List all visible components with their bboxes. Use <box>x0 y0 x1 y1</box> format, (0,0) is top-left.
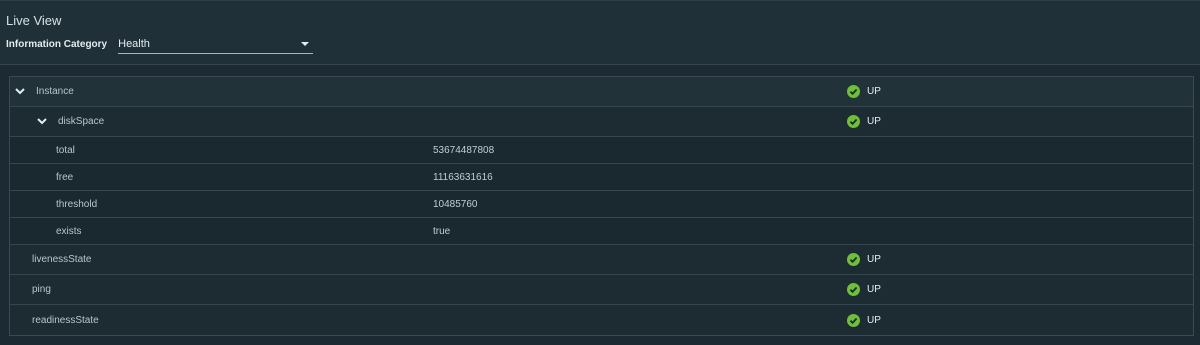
row-value: 10485760 <box>433 198 478 210</box>
row-name-cell: readinessState <box>32 305 99 335</box>
check-circle-icon <box>847 85 860 98</box>
row-value: true <box>433 225 451 237</box>
tree-row-diskspace[interactable]: diskSpace UP <box>10 107 1193 137</box>
tree-row-ping[interactable]: ping UP <box>10 275 1193 305</box>
row-label: readinessState <box>32 314 99 326</box>
tree-row-exists: exists true <box>10 218 1193 245</box>
tree-row-instance[interactable]: Instance UP <box>10 77 1193 107</box>
row-name-cell: Instance <box>13 77 74 106</box>
category-select[interactable]: Health <box>118 35 314 54</box>
status-cell: UP <box>847 275 881 304</box>
row-name-cell: total <box>56 137 75 163</box>
check-circle-icon <box>847 283 860 296</box>
chevron-down-icon[interactable] <box>35 115 49 129</box>
row-label: Instance <box>36 86 74 97</box>
check-circle-icon <box>847 253 860 266</box>
row-name-cell: diskSpace <box>35 107 104 136</box>
status-cell: UP <box>847 305 881 335</box>
row-label: ping <box>32 284 51 295</box>
row-value: 53674487808 <box>433 144 495 156</box>
chevron-down-icon[interactable] <box>13 85 27 99</box>
category-filter: Information Category Health <box>6 35 314 54</box>
row-label: free <box>56 171 74 183</box>
row-label: total <box>56 144 75 156</box>
row-name-cell: ping <box>32 275 51 304</box>
check-circle-icon <box>847 115 860 128</box>
status-cell: UP <box>847 245 881 274</box>
status-badge: UP <box>867 254 881 265</box>
status-badge: UP <box>867 284 881 295</box>
filter-label: Information Category <box>6 38 108 50</box>
row-label: livenessState <box>32 254 92 265</box>
status-badge: UP <box>867 314 881 326</box>
row-value: 11163631616 <box>433 171 493 183</box>
category-select-value: Health <box>118 38 150 50</box>
header: Live View Information Category Health <box>0 1 1200 65</box>
row-name-cell: threshold <box>56 191 97 217</box>
row-label: diskSpace <box>58 116 105 127</box>
row-name-cell: livenessState <box>32 245 91 274</box>
status-cell: UP <box>847 107 881 136</box>
tree-row-free: free 11163631616 <box>10 164 1193 191</box>
row-name-cell: exists <box>56 218 82 244</box>
row-label: exists <box>56 225 82 237</box>
page-title: Live View <box>6 13 62 28</box>
tree-row-threshold: threshold 10485760 <box>10 191 1193 218</box>
tree-row-readinessstate[interactable]: readinessState UP <box>10 305 1193 335</box>
tree-row-total: total 53674487808 <box>10 137 1193 164</box>
row-label: threshold <box>56 198 98 210</box>
row-name-cell: free <box>56 164 73 190</box>
live-view-page: Live View Information Category Health In… <box>0 0 1200 345</box>
status-badge: UP <box>867 86 881 97</box>
check-circle-icon <box>847 313 860 327</box>
tree-row-livenessstate[interactable]: livenessState UP <box>10 245 1193 275</box>
status-cell: UP <box>847 77 881 106</box>
caret-down-icon <box>301 42 310 46</box>
status-badge: UP <box>867 116 881 127</box>
health-table: Instance UP diskSpace UP total 536744878… <box>9 76 1194 336</box>
